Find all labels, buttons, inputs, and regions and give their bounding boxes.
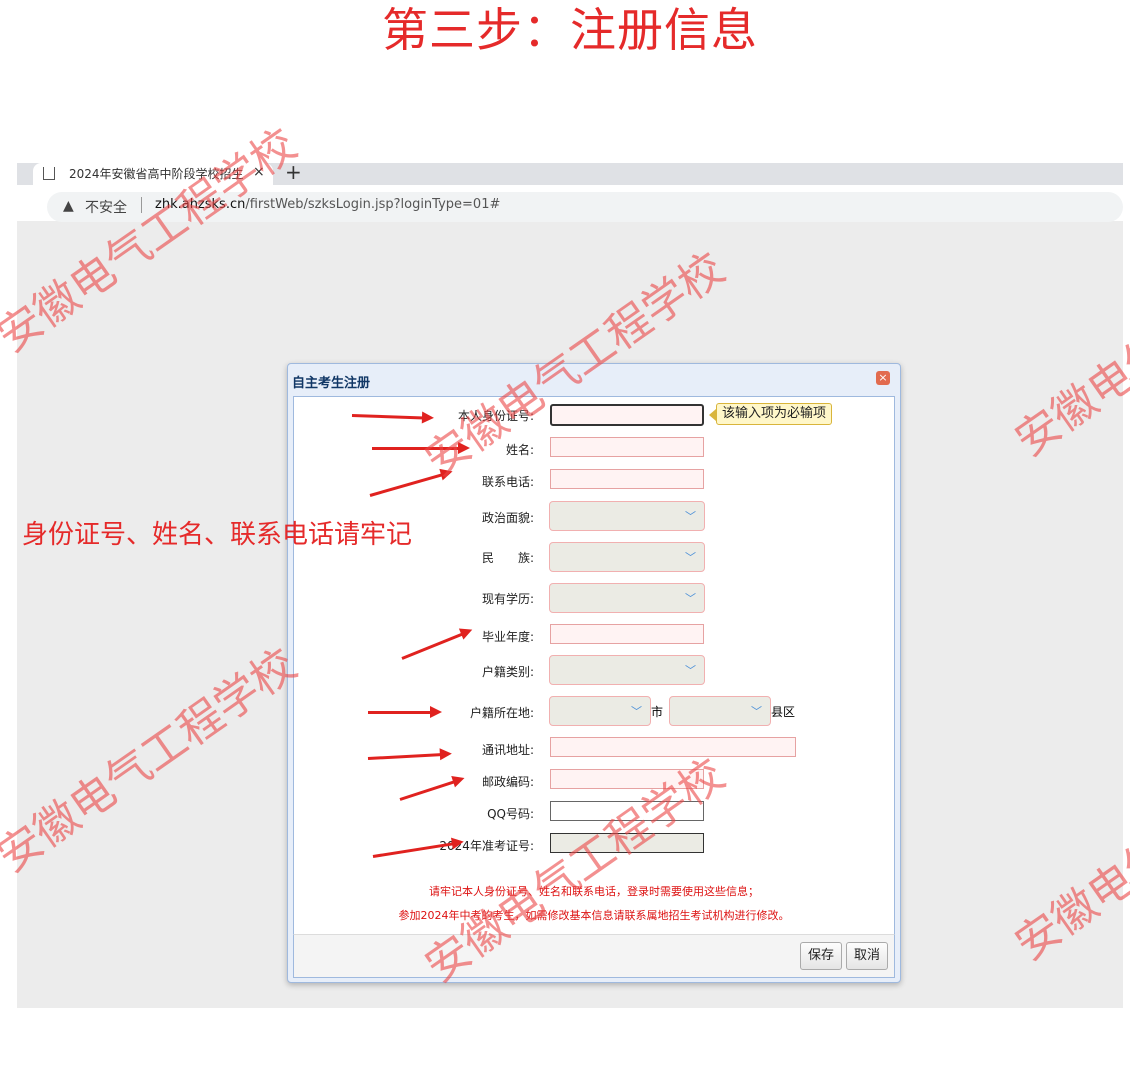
cancel-button[interactable]: 取消	[846, 942, 888, 970]
tooltip-arrow	[709, 409, 716, 421]
grad-year-input[interactable]	[550, 624, 704, 644]
document-icon	[43, 167, 55, 180]
save-button[interactable]: 保存	[800, 942, 842, 970]
county-suffix: 县区	[771, 705, 796, 719]
dialog-footer: 保存 取消	[293, 934, 895, 978]
city-suffix: 市	[651, 705, 664, 719]
warning-icon[interactable]: ▲	[63, 198, 74, 214]
label-political: 政治面貌:	[481, 511, 534, 525]
phone-input[interactable]	[550, 469, 704, 489]
url-path: /firstWeb/szksLogin.jsp?loginType=01#	[245, 197, 501, 212]
dialog-title: 自主考生注册	[292, 376, 371, 391]
annotation-note: 身份证号、姓名、联系电话请牢记	[22, 520, 413, 550]
label-grad-year: 毕业年度:	[481, 630, 534, 644]
education-select[interactable]: ﹀	[549, 583, 705, 613]
label-ethnicity: 民 族:	[481, 551, 534, 565]
address-input[interactable]	[550, 737, 796, 757]
chevron-down-icon: ﹀	[685, 510, 696, 523]
page-title: 第三步：注册信息	[382, 3, 758, 57]
county-select[interactable]: ﹀	[669, 696, 771, 726]
chevron-down-icon: ﹀	[751, 705, 762, 718]
arrow-annotation	[368, 706, 442, 718]
name-input[interactable]	[550, 437, 704, 457]
chevron-down-icon: ﹀	[685, 592, 696, 605]
id-number-input[interactable]	[550, 404, 704, 426]
label-household-type: 户籍类别:	[481, 665, 534, 679]
ethnicity-select[interactable]: ﹀	[549, 542, 705, 572]
label-qq: QQ号码:	[487, 807, 534, 821]
dialog-close-icon[interactable]: ×	[876, 371, 890, 385]
note-line-2: 参加2024年中考的考生，如需修改基本信息请联系属地招生考试机构进行修改。	[398, 909, 790, 922]
household-type-select[interactable]: ﹀	[549, 655, 705, 685]
chevron-down-icon: ﹀	[685, 664, 696, 677]
required-tooltip: 该输入项为必输项	[716, 403, 833, 425]
label-education: 现有学历:	[481, 592, 534, 606]
political-select[interactable]: ﹀	[549, 501, 705, 531]
city-select[interactable]: ﹀	[549, 696, 651, 726]
chevron-down-icon: ﹀	[631, 705, 642, 718]
chevron-down-icon: ﹀	[685, 551, 696, 564]
